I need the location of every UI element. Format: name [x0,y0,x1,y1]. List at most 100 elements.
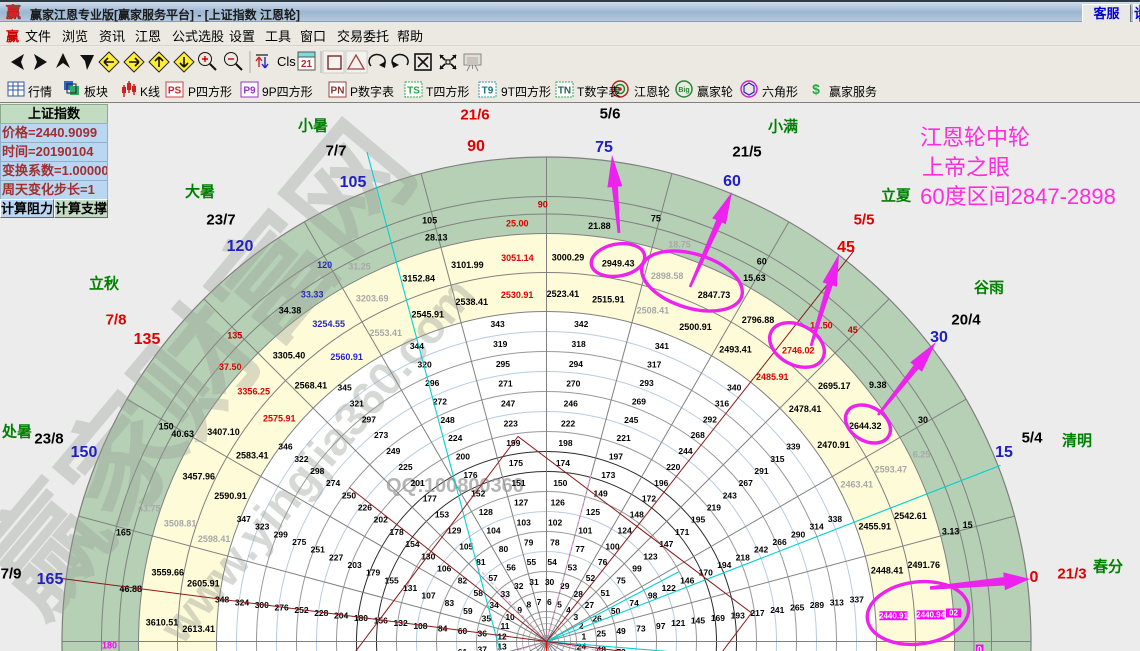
svg-text:2598.41: 2598.41 [198,534,231,544]
svg-text:128: 128 [479,507,493,517]
svg-text:299: 299 [274,529,288,539]
svg-text:立秋: 立秋 [89,274,120,292]
svg-text:126: 126 [551,498,565,508]
svg-text:341: 341 [655,341,669,351]
svg-text:97: 97 [656,621,666,631]
svg-text:101: 101 [578,526,592,536]
svg-text:56: 56 [506,563,516,573]
svg-text:60: 60 [723,173,741,190]
svg-text:227: 227 [329,552,343,562]
svg-text:127: 127 [514,498,528,508]
svg-text:32: 32 [514,581,524,591]
svg-text:2746.02: 2746.02 [782,346,815,356]
svg-text:28.13: 28.13 [425,233,448,243]
svg-text:2553.41: 2553.41 [370,328,403,338]
svg-text:175: 175 [509,458,523,468]
svg-text:318: 318 [572,339,586,349]
svg-text:291: 291 [754,466,768,476]
svg-text:30: 30 [918,415,928,425]
svg-text:43.75: 43.75 [138,504,161,514]
svg-text:57: 57 [488,573,498,583]
svg-text:224: 224 [448,433,462,443]
svg-text:79: 79 [524,537,534,547]
svg-text:3051.14: 3051.14 [501,253,534,263]
svg-text:171: 171 [675,527,689,537]
svg-text:268: 268 [691,430,705,440]
svg-text:322: 322 [294,454,308,464]
svg-text:9.38: 9.38 [869,380,887,390]
svg-text:155: 155 [385,575,399,585]
svg-text:179: 179 [366,568,380,578]
svg-text:小满: 小满 [768,117,798,135]
svg-text:198: 198 [558,438,572,448]
svg-text:2440.94: 2440.94 [916,611,945,620]
svg-text:145: 145 [691,616,705,626]
svg-text:313: 313 [830,597,844,607]
svg-text:5/4: 5/4 [1022,429,1044,446]
svg-text:2644.32: 2644.32 [849,421,882,431]
svg-text:337: 337 [850,595,864,605]
svg-text:立夏: 立夏 [881,186,912,204]
svg-text:106: 106 [437,563,451,573]
svg-text:122: 122 [662,583,676,593]
svg-text:8: 8 [526,600,531,610]
svg-text:上帝之眼: 上帝之眼 [922,155,1010,180]
svg-text:2583.41: 2583.41 [236,451,269,461]
svg-text:23/8: 23/8 [34,430,63,447]
svg-text:75: 75 [651,214,661,224]
svg-text:2530.91: 2530.91 [501,290,534,300]
svg-text:45: 45 [837,239,855,256]
svg-text:165: 165 [37,571,64,588]
svg-text:196: 196 [654,478,668,488]
svg-text:2560.91: 2560.91 [330,352,363,362]
svg-text:2491.76: 2491.76 [908,560,941,570]
svg-text:TS: TS [407,86,420,97]
svg-text:219: 219 [707,503,721,513]
svg-text:6.25: 6.25 [913,450,931,460]
svg-text:243: 243 [723,490,737,500]
svg-text:295: 295 [496,359,510,369]
svg-text:30: 30 [545,577,555,587]
svg-text:2515.91: 2515.91 [592,294,625,304]
svg-text:21/5: 21/5 [732,143,761,160]
svg-text:342: 342 [574,319,588,329]
svg-text:151: 151 [511,478,525,488]
svg-text:135: 135 [227,330,242,340]
svg-text:9: 9 [517,605,522,615]
svg-text:3508.81: 3508.81 [164,518,197,528]
svg-text:3000.29: 3000.29 [552,252,585,262]
svg-text:146: 146 [680,575,694,585]
svg-text:31.25: 31.25 [348,262,371,272]
svg-text:37: 37 [478,644,488,651]
svg-text:33.33: 33.33 [301,289,324,299]
svg-text:7/7: 7/7 [326,142,347,159]
svg-text:25: 25 [597,629,607,639]
svg-text:315: 315 [770,454,784,464]
svg-text:170: 170 [699,568,713,578]
svg-text:267: 267 [739,478,753,488]
svg-text:121: 121 [671,618,685,628]
svg-text:2949.43: 2949.43 [602,258,635,268]
svg-text:40.63: 40.63 [171,429,194,439]
svg-text:0: 0 [977,644,982,651]
svg-text:11: 11 [501,621,510,631]
svg-text:102: 102 [548,518,562,528]
svg-text:江恩轮中轮: 江恩轮中轮 [920,125,1030,150]
svg-text:218: 218 [736,552,750,562]
svg-text:289: 289 [810,600,824,610]
svg-text:339: 339 [786,442,800,452]
svg-text:290: 290 [791,529,805,539]
svg-text:275: 275 [292,537,306,547]
svg-text:274: 274 [326,478,340,488]
svg-text:小暑: 小暑 [298,116,328,134]
svg-text:T9: T9 [482,86,494,97]
svg-text:248: 248 [441,415,455,425]
svg-text:298: 298 [310,466,324,476]
svg-text:251: 251 [311,545,325,555]
svg-text:2590.91: 2590.91 [214,491,247,501]
svg-text:59: 59 [463,606,473,616]
svg-text:75: 75 [616,576,626,586]
svg-text:120: 120 [317,260,332,270]
svg-text:3203.69: 3203.69 [356,293,389,303]
svg-text:0: 0 [1030,569,1039,586]
